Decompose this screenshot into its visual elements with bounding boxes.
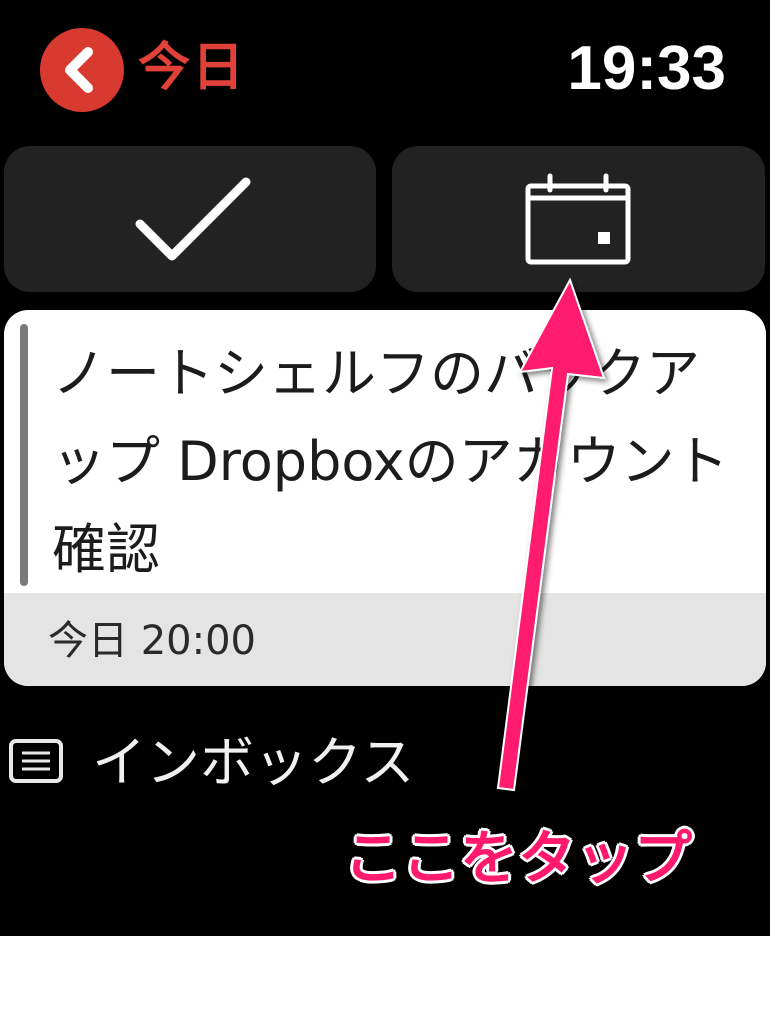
watch-screen: 今日 19:33 ノートシェルフのバックアップ Dropboxのアカウント確認 …: [0, 0, 770, 936]
annotation-label: ここをタップ: [344, 824, 693, 892]
task-due-footer: 今日 20:00: [4, 593, 766, 686]
task-card[interactable]: ノートシェルフのバックアップ Dropboxのアカウント確認 今日 20:00: [4, 310, 766, 686]
checkmark-icon: [135, 177, 251, 261]
calendar-icon: [525, 173, 631, 265]
task-title: ノートシェルフのバックアップ Dropboxのアカウント確認: [52, 342, 729, 581]
back-button[interactable]: [40, 28, 124, 112]
schedule-button[interactable]: [392, 146, 765, 292]
complete-button[interactable]: [4, 146, 376, 292]
chevron-left-icon: [65, 47, 93, 93]
task-due: 今日 20:00: [48, 618, 256, 664]
clock: 19:33: [567, 34, 726, 103]
list-label: インボックス: [92, 731, 415, 794]
back-label[interactable]: 今日: [138, 36, 246, 100]
priority-bar: [20, 324, 28, 586]
inbox-tray-icon: [9, 739, 63, 783]
